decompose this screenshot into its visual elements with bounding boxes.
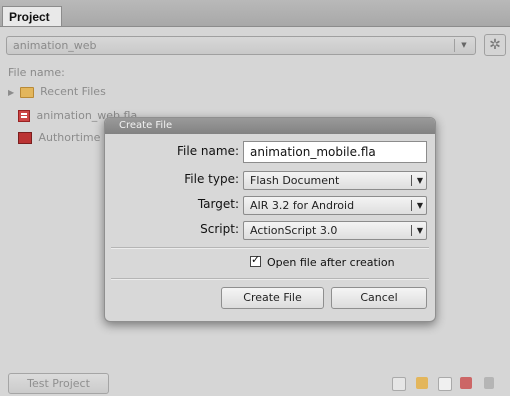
target-select[interactable]: AIR 3.2 for Android ▼	[243, 196, 427, 215]
tree-item-label: Authortime	[38, 131, 101, 144]
file-type-value: Flash Document	[250, 174, 340, 187]
test-project-button[interactable]: Test Project	[8, 373, 109, 394]
tree-item-authortime[interactable]: Authortime	[18, 131, 100, 144]
chevron-down-icon: ▼	[416, 226, 423, 235]
checkmark-icon: ✓	[251, 253, 261, 266]
project-dropdown-value: animation_web	[13, 39, 97, 52]
document-icon[interactable]	[438, 377, 452, 391]
file-name-label: File name:	[8, 66, 65, 79]
panel-tab-bar: Project	[0, 0, 510, 27]
file-name-row: File name: animation_mobile.fla	[105, 141, 435, 163]
script-label: Script:	[200, 222, 239, 236]
folder-icon[interactable]	[416, 377, 428, 389]
target-value: AIR 3.2 for Android	[250, 199, 355, 212]
trash-icon[interactable]	[484, 377, 494, 389]
file-type-select[interactable]: Flash Document ▼	[243, 171, 427, 190]
fla-file-icon	[18, 110, 30, 122]
select-divider	[411, 175, 412, 186]
script-select[interactable]: ActionScript 3.0 ▼	[243, 221, 427, 240]
project-dropdown[interactable]: animation_web ▼	[6, 36, 476, 55]
authortime-icon	[18, 132, 32, 144]
open-after-creation-checkbox[interactable]: ✓	[250, 253, 261, 267]
cancel-button[interactable]: Cancel	[331, 287, 427, 309]
script-row: Script: ActionScript 3.0 ▼	[105, 219, 435, 241]
select-divider	[411, 200, 412, 211]
file-name-field[interactable]: animation_mobile.fla	[243, 141, 427, 163]
open-after-creation-label: Open file after creation	[267, 256, 395, 269]
select-divider	[411, 225, 412, 236]
tab-project[interactable]: Project	[2, 6, 62, 26]
chevron-down-icon: ▼	[416, 201, 423, 210]
chevron-down-icon: ▼	[454, 39, 473, 52]
gear-icon[interactable]: ✲	[484, 34, 506, 56]
create-file-button[interactable]: Create File	[221, 287, 324, 309]
fla-icon[interactable]	[460, 377, 472, 389]
chevron-down-icon: ▼	[416, 176, 423, 185]
folder-icon	[19, 86, 34, 98]
divider	[111, 247, 429, 249]
file-name-field-label: File name:	[177, 144, 239, 158]
open-after-creation-option[interactable]: ✓ Open file after creation	[250, 253, 395, 269]
tree-item-label: Recent Files	[40, 85, 106, 98]
create-file-dialog: Create File File name: animation_mobile.…	[104, 117, 436, 322]
file-type-row: File type: Flash Document ▼	[105, 169, 435, 191]
target-label: Target:	[197, 197, 239, 211]
dialog-title: Create File	[105, 118, 435, 134]
script-value: ActionScript 3.0	[250, 224, 338, 237]
target-row: Target: AIR 3.2 for Android ▼	[105, 194, 435, 216]
new-file-icon[interactable]	[392, 377, 406, 391]
file-type-label: File type:	[184, 172, 239, 186]
divider	[111, 278, 429, 280]
tree-item-recent-files[interactable]: ▶ Recent Files	[8, 85, 106, 98]
expand-arrow-icon[interactable]: ▶	[8, 88, 14, 97]
